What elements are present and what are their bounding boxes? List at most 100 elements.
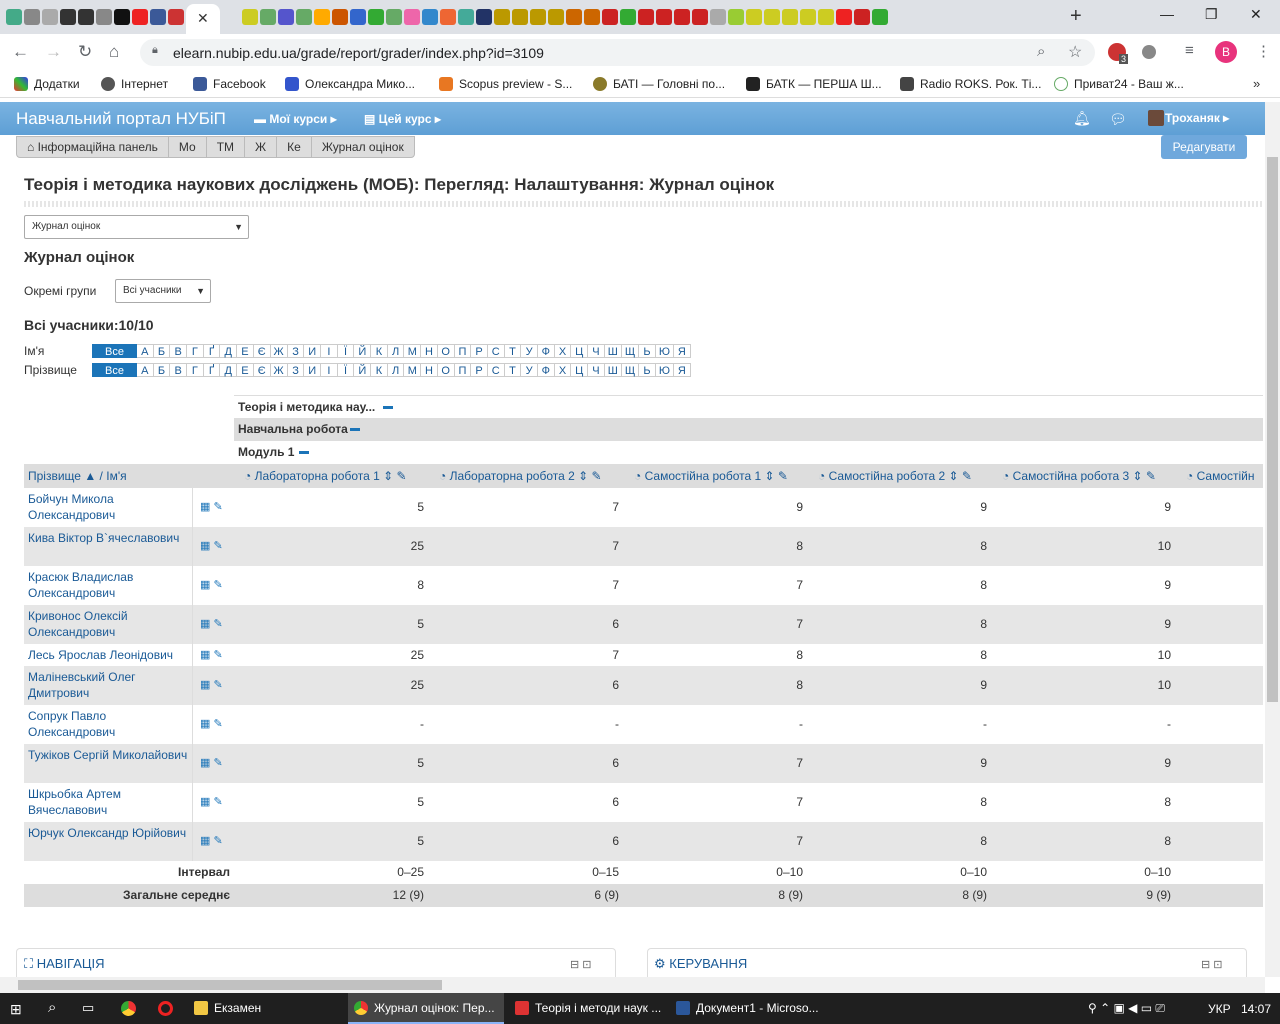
grade-cell[interactable]: - (992, 705, 1171, 744)
bookmark-radio-roks[interactable]: Radio ROKS. Рок. Ті... (900, 77, 1041, 91)
tab-favicon-icon[interactable] (332, 9, 348, 25)
initial-letter-link[interactable]: А (137, 363, 154, 377)
tab-favicon-icon[interactable] (620, 9, 636, 25)
administration-block-title[interactable]: ⚙ КЕРУВАННЯ (654, 956, 747, 972)
initial-letter-link[interactable]: Ь (639, 363, 656, 377)
initial-letter-link[interactable]: Т (504, 363, 522, 377)
initial-letter-link[interactable]: Х (554, 363, 572, 377)
tab-favicon-icon[interactable] (150, 9, 166, 25)
initial-letter-link[interactable]: И (304, 363, 322, 377)
tab-favicon-icon[interactable] (638, 9, 654, 25)
grade-cell[interactable]: 8 (624, 666, 803, 705)
initial-letter-link[interactable]: М (404, 344, 422, 358)
grade-cell[interactable]: 7 (624, 605, 803, 644)
grade-cell[interactable]: 7 (624, 783, 803, 822)
grade-cell[interactable]: 5 (234, 822, 424, 861)
window-close-icon[interactable]: ✕ (1250, 6, 1262, 23)
grade-cell[interactable]: 10 (992, 527, 1171, 566)
initial-letter-link[interactable]: Ж (270, 344, 288, 358)
tab-favicon-icon[interactable] (494, 9, 510, 25)
grade-cell[interactable]: 6 (429, 605, 619, 644)
grade-cell[interactable]: 8 (808, 644, 987, 666)
initial-letter-link[interactable]: Я (673, 344, 691, 358)
report-select[interactable]: Журнал оцінок ▼ (24, 215, 249, 239)
grade-cell[interactable]: 8 (992, 783, 1171, 822)
grade-cell[interactable]: 6 (429, 666, 619, 705)
tab-favicon-icon[interactable] (242, 9, 258, 25)
user-avatar[interactable] (1148, 110, 1164, 126)
pinned-tabs[interactable] (6, 7, 888, 27)
initial-letter-link[interactable]: У (521, 363, 538, 377)
tab-favicon-icon[interactable] (728, 9, 744, 25)
grade-column-header[interactable]: ◔ Самостійна робота 2 ⇕ ✎ (818, 464, 990, 488)
tab-favicon-icon[interactable] (602, 9, 618, 25)
grade-cell[interactable]: - (808, 705, 987, 744)
grade-cell[interactable]: 6 (429, 783, 619, 822)
taskbar-item-exam[interactable]: Екзамен (188, 993, 340, 1024)
breadcrumb-current[interactable]: Журнал оцінок (312, 137, 414, 157)
initial-letter-link[interactable]: Ш (604, 344, 622, 358)
initial-letter-link[interactable]: Б (153, 344, 171, 358)
initial-letter-link[interactable]: Л (387, 344, 405, 358)
grade-item-link[interactable]: Самостійна робота 3 (1013, 469, 1130, 483)
user-report-icon[interactable]: ▦ (200, 540, 210, 552)
grade-cell[interactable]: - (429, 705, 619, 744)
grade-cell[interactable]: 6 (429, 744, 619, 783)
grade-cell[interactable]: 6 (429, 822, 619, 861)
edit-user-icon[interactable]: ✎ (210, 679, 222, 691)
navigation-block-title[interactable]: ⛶ НАВІГАЦІЯ (24, 956, 105, 972)
initial-letter-link[interactable]: Х (554, 344, 572, 358)
grade-cell[interactable]: 25 (234, 527, 424, 566)
tab-favicon-icon[interactable] (818, 9, 834, 25)
opera-icon[interactable] (158, 1001, 173, 1016)
bell-icon[interactable]: 🔔︎ (1073, 110, 1091, 127)
my-courses-menu[interactable]: ▬ Мої курси ▸ (254, 112, 337, 126)
messages-icon[interactable]: 💬︎ (1109, 111, 1127, 128)
initial-letter-link[interactable]: К (371, 344, 388, 358)
initial-letter-link[interactable]: І (321, 363, 338, 377)
tab-favicon-icon[interactable] (60, 9, 76, 25)
collapse-icon[interactable] (349, 428, 360, 432)
url-text[interactable]: elearn.nubip.edu.ua/grade/report/grader/… (173, 45, 544, 61)
initial-letter-link[interactable]: Р (471, 363, 488, 377)
student-name-link[interactable]: Красюк Владислав Олександрович (28, 569, 188, 601)
tab-favicon-icon[interactable] (42, 9, 58, 25)
tab-favicon-icon[interactable] (422, 9, 438, 25)
initial-letter-link[interactable]: Ї (337, 363, 355, 377)
initial-letter-link[interactable]: Ґ (203, 344, 221, 358)
grade-cell[interactable]: 25 (234, 644, 424, 666)
media-icon[interactable]: ≡ (1185, 42, 1194, 59)
profile-avatar[interactable]: B (1215, 41, 1237, 63)
initial-letter-link[interactable]: П (454, 363, 472, 377)
star-icon[interactable]: ☆ (1068, 42, 1082, 62)
initial-letter-link[interactable]: Р (471, 344, 488, 358)
student-name-link[interactable]: Маліневський Олег Дмитрович (28, 669, 188, 701)
tab-favicon-icon[interactable] (78, 9, 94, 25)
initial-letter-link[interactable]: А (137, 344, 154, 358)
user-report-icon[interactable]: ▦ (200, 718, 210, 730)
tab-favicon-icon[interactable] (512, 9, 528, 25)
tab-favicon-icon[interactable] (530, 9, 546, 25)
horizontal-scroll-thumb[interactable] (18, 980, 442, 990)
grade-cell[interactable]: 7 (429, 566, 619, 605)
grade-column-header[interactable]: ◔ Лабораторна робота 2 ⇕ ✎ (439, 464, 622, 488)
tab-favicon-icon[interactable] (836, 9, 852, 25)
initial-letter-link[interactable]: С (487, 363, 505, 377)
chrome-icon[interactable] (121, 1001, 136, 1016)
initial-letter-link[interactable]: Ц (571, 344, 589, 358)
grade-cell[interactable]: 7 (624, 822, 803, 861)
minimize-icon[interactable]: — (1160, 6, 1174, 22)
tab-favicon-icon[interactable] (674, 9, 690, 25)
tab-favicon-icon[interactable] (6, 9, 22, 25)
grade-cell[interactable]: 8 (992, 822, 1171, 861)
initial-letter-link[interactable]: Т (504, 344, 522, 358)
bookmark-internet[interactable]: Інтернет (101, 77, 168, 91)
maximize-icon[interactable]: ❐ (1205, 6, 1218, 23)
tab-favicon-icon[interactable] (782, 9, 798, 25)
initial-letter-link[interactable]: О (437, 344, 455, 358)
user-report-icon[interactable]: ▦ (200, 579, 210, 591)
initial-all-button[interactable]: Все (92, 363, 137, 377)
initial-letter-link[interactable]: Ж (270, 363, 288, 377)
site-brand[interactable]: Навчальний портал НУБіП (16, 109, 226, 129)
tab-favicon-icon[interactable] (566, 9, 582, 25)
